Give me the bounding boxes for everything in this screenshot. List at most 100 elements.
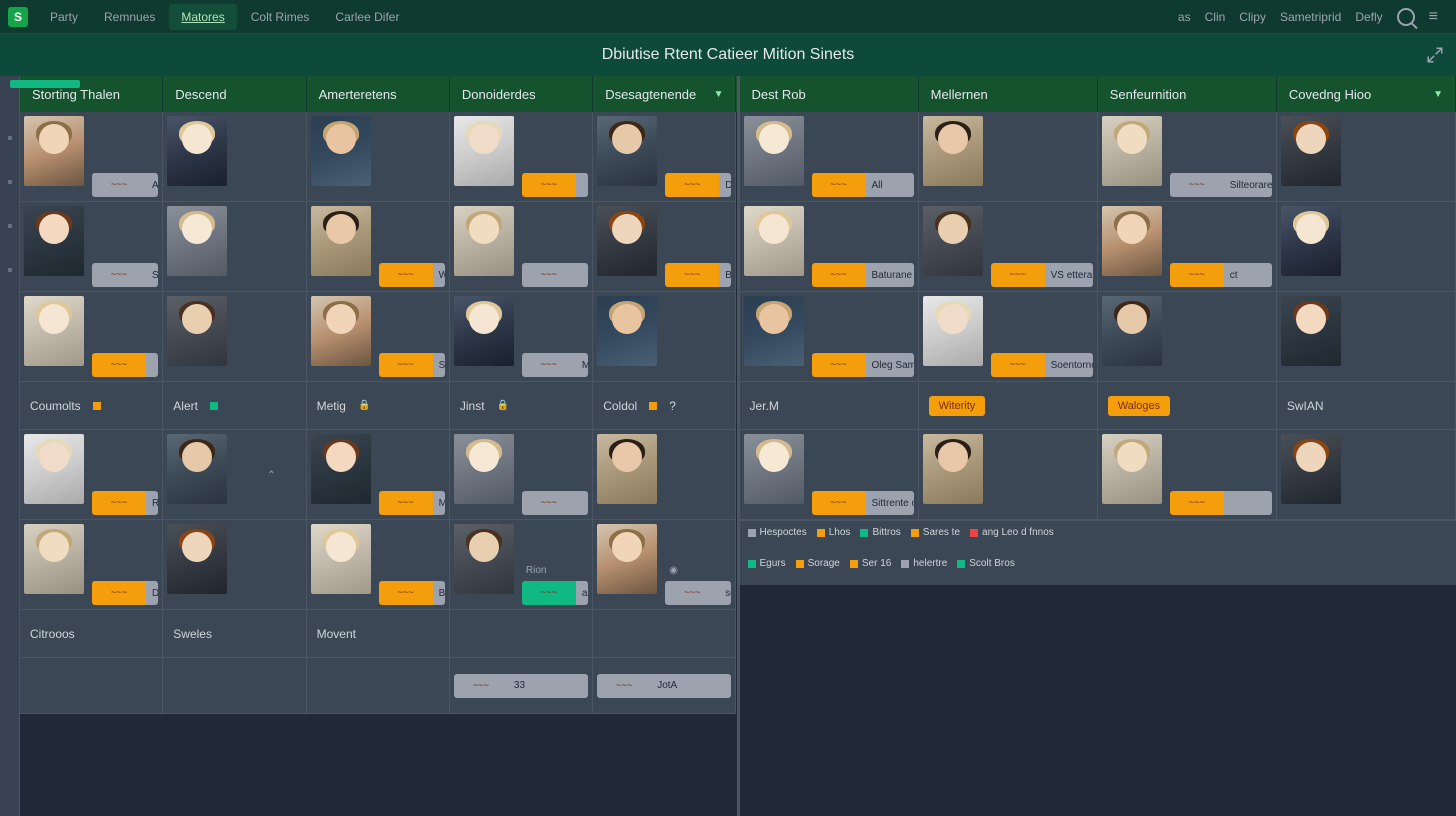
avatar[interactable] xyxy=(597,206,657,276)
status-tag[interactable]: ~~~ xyxy=(522,491,588,515)
avatar[interactable] xyxy=(454,206,514,276)
column-header[interactable]: Mellernen xyxy=(919,76,1098,112)
status-tag[interactable]: ~~~selesmt xyxy=(665,581,731,605)
column-header[interactable]: Dsesagtenende▼ xyxy=(593,76,736,112)
avatar[interactable] xyxy=(744,206,804,276)
name-cell[interactable]: Coldol? xyxy=(593,382,735,430)
status-tag[interactable]: ~~~VS etterases xyxy=(991,263,1093,287)
status-tag[interactable]: ~~~Sererne not xyxy=(379,353,445,377)
avatar[interactable] xyxy=(597,296,657,366)
avatar[interactable] xyxy=(167,116,227,186)
avatar[interactable] xyxy=(167,296,227,366)
status-tag[interactable]: ~~~ xyxy=(522,173,588,197)
avatar[interactable] xyxy=(923,434,983,504)
status-tag[interactable]: ~~~Dresseer aw xyxy=(92,581,158,605)
avatar[interactable] xyxy=(167,434,227,504)
avatar[interactable] xyxy=(311,296,371,366)
nav-item-party[interactable]: Party xyxy=(38,4,90,30)
nav-item-matores[interactable]: Matores xyxy=(169,4,236,30)
name-cell[interactable]: Witerity xyxy=(919,382,1097,430)
nav-item-remnues[interactable]: Remnues xyxy=(92,4,167,30)
legend-item[interactable]: Lhos xyxy=(817,527,851,538)
avatar[interactable] xyxy=(24,296,84,366)
name-cell[interactable]: Alert xyxy=(163,382,305,430)
status-tag[interactable]: ~~~ xyxy=(522,263,588,287)
avatar[interactable] xyxy=(24,434,84,504)
avatar[interactable] xyxy=(311,116,371,186)
name-cell[interactable]: Coumolts xyxy=(20,382,162,430)
avatar[interactable] xyxy=(1102,116,1162,186)
column-header[interactable]: Senfeurnition xyxy=(1098,76,1277,112)
avatar[interactable] xyxy=(24,524,84,594)
status-tag[interactable]: ~~~Setrennte ata xyxy=(92,263,158,287)
avatar[interactable] xyxy=(744,434,804,504)
status-tag[interactable]: ~~~Soentornot ott xyxy=(991,353,1093,377)
status-tag[interactable]: ~~~Destattannt fit xyxy=(665,173,731,197)
name-cell[interactable]: Waloges xyxy=(1098,382,1276,430)
avatar[interactable] xyxy=(597,524,657,594)
name-cell[interactable] xyxy=(450,610,592,658)
avatar[interactable] xyxy=(923,296,983,366)
status-tag[interactable]: ~~~Annettit xyxy=(92,173,158,197)
status-tag[interactable]: ~~~Moroenata aw xyxy=(522,353,588,377)
legend-item[interactable]: Egurs xyxy=(748,558,786,569)
status-tag[interactable]: ~~~Bunnrnt iav xyxy=(665,263,731,287)
app-logo[interactable]: S xyxy=(8,7,28,27)
status-tag[interactable]: ~~~33 xyxy=(454,674,588,698)
status-tag[interactable]: ~~~Baturane taet xyxy=(812,263,914,287)
status-tag[interactable]: ~~~Brune soure xyxy=(379,581,445,605)
avatar[interactable] xyxy=(1281,116,1341,186)
legend-item[interactable]: Scolt Bros xyxy=(957,558,1015,569)
status-tag[interactable]: ~~~Sittrente ote xyxy=(812,491,914,515)
status-tag[interactable]: ~~~antnenner xyxy=(522,581,588,605)
name-cell[interactable]: Citrooos xyxy=(20,610,162,658)
avatar[interactable] xyxy=(311,434,371,504)
name-cell[interactable]: Sweles xyxy=(163,610,305,658)
avatar[interactable] xyxy=(1281,206,1341,276)
legend-item[interactable]: Sares te xyxy=(911,527,960,538)
status-tag[interactable]: ~~~ xyxy=(92,353,158,377)
status-tag[interactable]: ~~~Oleg Samins xyxy=(812,353,914,377)
legend-item[interactable]: Sorage xyxy=(796,558,840,569)
avatar[interactable] xyxy=(1102,434,1162,504)
name-cell[interactable]: Metig🔒 xyxy=(307,382,449,430)
column-header[interactable]: Donoiderdes xyxy=(450,76,593,112)
avatar[interactable] xyxy=(744,296,804,366)
column-header[interactable]: Covedng Hioo▼ xyxy=(1277,76,1456,112)
top-link-clin[interactable]: Clin xyxy=(1205,10,1226,24)
avatar[interactable] xyxy=(597,116,657,186)
status-tag[interactable]: ~~~Silteorare ow xyxy=(1170,173,1272,197)
legend-item[interactable]: ang Leo d fnnos xyxy=(970,527,1054,538)
status-tag[interactable]: ~~~Minit Rolans xyxy=(379,491,445,515)
status-tag[interactable]: ~~~All xyxy=(812,173,914,197)
avatar[interactable] xyxy=(1281,296,1341,366)
column-header[interactable]: Descend xyxy=(163,76,306,112)
legend-item[interactable]: Bittros xyxy=(860,527,900,538)
top-link-defly[interactable]: Defly xyxy=(1355,10,1382,24)
menu-icon[interactable]: ≡ xyxy=(1429,8,1438,26)
top-link-sametriprid[interactable]: Sametriprid xyxy=(1280,10,1341,24)
avatar[interactable] xyxy=(454,296,514,366)
avatar[interactable] xyxy=(454,434,514,504)
legend-item[interactable]: helertre xyxy=(901,558,947,569)
nav-item-colt rimes[interactable]: Colt Rimes xyxy=(239,4,322,30)
name-cell[interactable]: Jer.M xyxy=(740,382,918,430)
avatar[interactable] xyxy=(24,206,84,276)
avatar[interactable] xyxy=(167,206,227,276)
name-cell[interactable]: SwIAN xyxy=(1277,382,1455,430)
status-tag[interactable]: ~~~JotA xyxy=(597,674,731,698)
avatar[interactable] xyxy=(454,116,514,186)
column-header[interactable]: Dest Rob xyxy=(740,76,919,112)
avatar[interactable] xyxy=(24,116,84,186)
avatar[interactable] xyxy=(1102,206,1162,276)
top-link-as[interactable]: as xyxy=(1178,10,1191,24)
status-tag[interactable]: ~~~ xyxy=(1170,491,1272,515)
avatar[interactable] xyxy=(311,524,371,594)
status-tag[interactable]: ~~~ct xyxy=(1170,263,1272,287)
avatar[interactable] xyxy=(744,116,804,186)
avatar[interactable] xyxy=(1281,434,1341,504)
expand-icon[interactable] xyxy=(1426,46,1444,64)
avatar[interactable] xyxy=(597,434,657,504)
name-cell[interactable]: Jinst🔒 xyxy=(450,382,592,430)
avatar[interactable] xyxy=(454,524,514,594)
